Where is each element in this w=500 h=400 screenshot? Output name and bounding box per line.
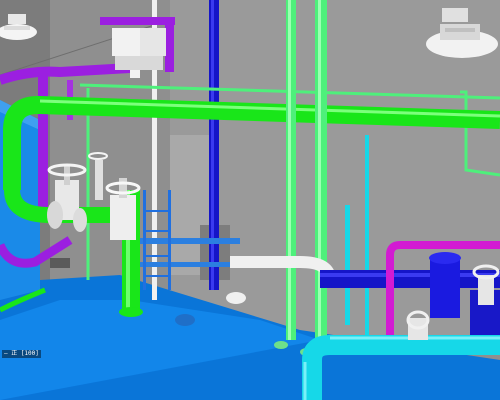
- floor-bracket: [50, 258, 70, 268]
- purple-pipe: [100, 17, 175, 25]
- blue-pump: [430, 258, 460, 318]
- purple-pipe: [165, 17, 174, 72]
- blue-pipe: [140, 238, 240, 244]
- cyan-pipe: [365, 135, 369, 335]
- pipe-model-scene[interactable]: [0, 0, 500, 400]
- viewport-status-label: — 正 [100]: [2, 350, 41, 358]
- 3d-viewport[interactable]: — 正 [100]: [0, 0, 500, 400]
- floor-drain: [175, 314, 195, 326]
